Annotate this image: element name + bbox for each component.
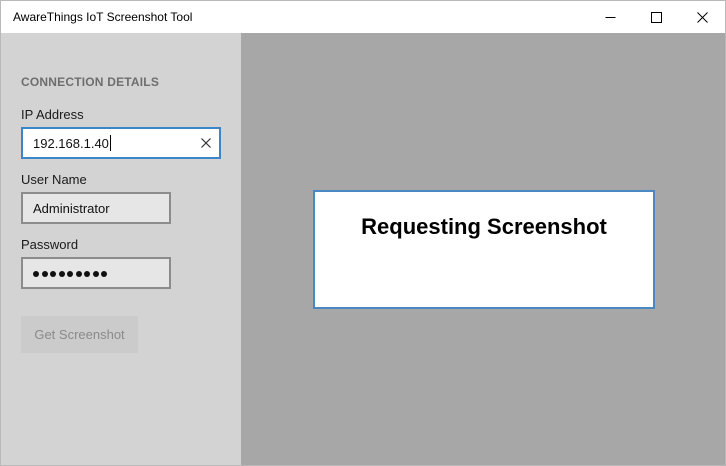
maximize-button[interactable] bbox=[633, 1, 679, 33]
ip-address-value: 192.168.1.40 bbox=[33, 135, 109, 151]
text-caret bbox=[109, 135, 111, 151]
user-name-input[interactable]: Administrator bbox=[21, 192, 171, 224]
password-label: Password bbox=[21, 237, 79, 252]
password-input[interactable] bbox=[21, 257, 171, 289]
ip-address-input[interactable]: 192.168.1.40 bbox=[21, 127, 221, 159]
get-screenshot-button[interactable]: Get Screenshot bbox=[21, 316, 138, 353]
section-title: CONNECTION DETAILS bbox=[21, 75, 160, 89]
password-dot bbox=[92, 271, 99, 277]
connection-panel: CONNECTION DETAILS IP Address 192.168.1.… bbox=[1, 33, 241, 465]
password-dot bbox=[33, 271, 39, 277]
user-name-value: Administrator bbox=[33, 200, 110, 216]
password-dot bbox=[41, 271, 48, 277]
ip-address-label: IP Address bbox=[21, 107, 84, 122]
password-dot bbox=[84, 271, 90, 277]
status-dialog: Requesting Screenshot bbox=[313, 190, 655, 309]
title-bar: AwareThings IoT Screenshot Tool bbox=[1, 1, 725, 33]
app-window: AwareThings IoT Screenshot Tool CONNECTI… bbox=[0, 0, 726, 466]
password-dot bbox=[75, 271, 82, 277]
password-dot bbox=[58, 271, 65, 277]
password-mask bbox=[33, 266, 110, 280]
close-icon bbox=[696, 11, 708, 23]
password-dot bbox=[67, 271, 73, 277]
clear-icon bbox=[201, 138, 211, 148]
clear-button[interactable] bbox=[199, 136, 213, 150]
minimize-icon bbox=[605, 16, 615, 18]
user-name-label: User Name bbox=[21, 172, 87, 187]
password-dot bbox=[101, 271, 107, 277]
maximize-icon bbox=[650, 11, 662, 23]
password-dot bbox=[50, 271, 56, 277]
close-button[interactable] bbox=[679, 1, 725, 33]
status-message: Requesting Screenshot bbox=[361, 214, 607, 239]
window-title: AwareThings IoT Screenshot Tool bbox=[13, 10, 193, 24]
screenshot-area: Requesting Screenshot bbox=[241, 33, 725, 465]
minimize-button[interactable] bbox=[587, 1, 633, 33]
